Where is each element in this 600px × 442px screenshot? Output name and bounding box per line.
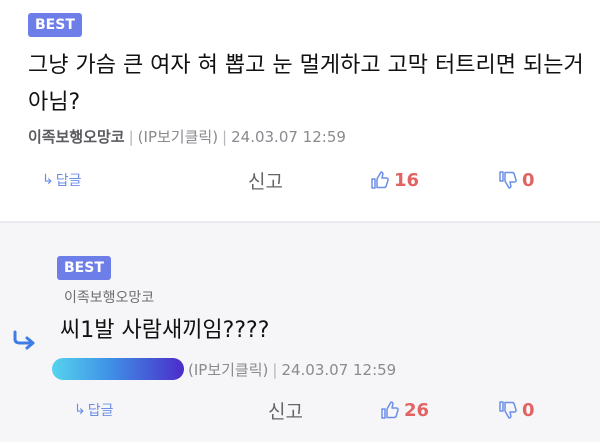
timestamp: 24.03.07 12:59 [281,361,397,379]
comment-actions: ↳ 답글 신고 26 0 [0,398,600,423]
upvote-count: 26 [404,399,430,421]
thumbs-down-icon [499,401,517,419]
comment-meta: (IP보기클릭) | 24.03.07 12:59 [188,359,396,380]
comment-actions: ↳ 답글 신고 16 0 [0,168,600,193]
comment-card: BEST 그냥 가슴 큰 여자 혀 뽑고 눈 멀게하고 고막 터트리면 되는거 … [0,0,600,221]
timestamp: 24.03.07 12:59 [231,128,346,146]
reply-arrow-icon: ↳ [74,402,86,418]
best-badge: BEST [57,256,111,280]
ip-view-link[interactable]: (IP보기클릭) [188,361,268,379]
author-nickname[interactable]: 이족보행오망코 [28,128,125,146]
reply-button[interactable]: ↳ 답글 [42,168,82,192]
report-button[interactable]: 신고 [268,398,303,423]
divider: | [272,361,278,379]
ip-view-link[interactable]: (IP보기클릭) [138,128,218,146]
downvote-count: 0 [522,399,535,421]
divider: | [222,128,228,146]
downvote-button[interactable]: 0 [498,398,535,422]
upvote-button[interactable]: 26 [380,398,429,422]
reply-label: 답글 [87,403,114,419]
reply-button[interactable]: ↳ 답글 [74,398,114,422]
comment-text: 씨1발 사람새끼임???? [60,318,270,343]
comment-text: 그냥 가슴 큰 여자 혀 뽑고 눈 멀게하고 고막 터트리면 되는거 아님? [28,53,584,115]
thumbs-up-icon [381,401,399,419]
upvote-button[interactable]: 16 [370,168,419,192]
reply-label: 답글 [55,173,82,189]
thumbs-up-icon [371,171,389,189]
downvote-count: 0 [522,169,535,191]
author-nickname[interactable]: 이족보행오망코 [64,287,154,307]
best-badge: BEST [28,13,82,37]
reply-arrow-icon: ↳ [42,172,54,188]
comment-meta: 이족보행오망코 | (IP보기클릭) | 24.03.07 12:59 [28,126,346,147]
divider: | [128,128,134,146]
report-button[interactable]: 신고 [248,168,283,193]
upvote-count: 16 [394,169,420,191]
obscured-nickname [52,358,184,380]
reply-indicator-icon [13,330,35,350]
downvote-button[interactable]: 0 [498,168,535,192]
thumbs-down-icon [499,171,517,189]
